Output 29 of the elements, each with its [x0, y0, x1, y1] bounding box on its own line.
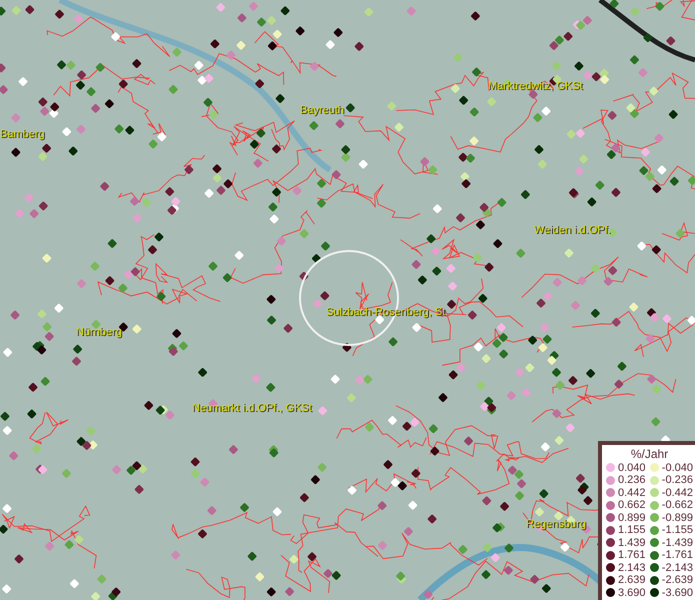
legend-value: 1.439 [618, 536, 646, 549]
legend-value: 0.236 [618, 474, 646, 486]
city-label: Neumarkt i.d.OPf., GKSt [192, 402, 312, 414]
city-label: Bamberg [0, 128, 45, 140]
legend-value: -0.040 [662, 462, 693, 474]
city-label: Nürnberg [76, 326, 122, 338]
legend-value: 2.143 [618, 562, 646, 574]
legend-value: -0.442 [662, 486, 693, 499]
legend-value: 1.155 [618, 524, 646, 536]
legend-value: 0.899 [618, 512, 646, 524]
legend-value: 1.761 [618, 549, 646, 562]
legend-value: 3.690 [618, 586, 646, 599]
legend-title: %/Jahr [630, 446, 670, 460]
legend-value: -0.899 [662, 512, 693, 524]
legend-value: -2.639 [662, 574, 693, 586]
city-label: Weiden i.d.OPf. [534, 224, 611, 236]
legend-value: 0.442 [618, 486, 646, 499]
legend-value: -2.143 [662, 562, 693, 574]
city-label: Bayreuth [300, 104, 344, 116]
legend-value: 2.639 [618, 574, 646, 586]
legend-value: -1.155 [662, 524, 693, 536]
legend-value: -1.761 [662, 549, 693, 562]
legend-value: 0.662 [618, 499, 646, 512]
legend-value: 0.040 [618, 462, 646, 474]
legend-value: -0.662 [662, 499, 693, 512]
legend-value: -3.690 [662, 586, 693, 599]
legend-value: -0.236 [662, 474, 693, 486]
legend-value: -1.439 [662, 536, 693, 549]
city-label: Regensburg [526, 518, 586, 530]
